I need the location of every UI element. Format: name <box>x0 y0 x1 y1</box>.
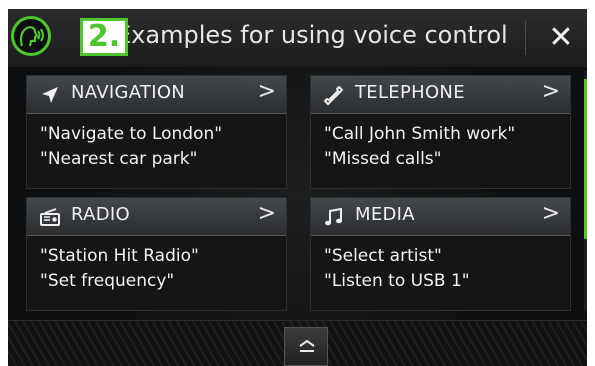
example-phrase: "Listen to USB 1" <box>324 271 470 291</box>
tile-title: NAVIGATION <box>71 82 186 103</box>
scrollbar-thumb[interactable] <box>584 79 587 239</box>
tile-title: TELEPHONE <box>355 82 465 103</box>
example-phrase: "Set frequency" <box>40 271 175 291</box>
example-phrase: "Navigate to London" <box>40 124 223 144</box>
tile-title: RADIO <box>71 204 130 225</box>
phone-handset-icon <box>324 86 343 105</box>
tile-title: MEDIA <box>355 204 415 225</box>
tile-media[interactable]: MEDIA > "Select artist" "Listen to USB 1… <box>310 197 571 311</box>
tile-radio[interactable]: RADIO > "Station Hit Radio" "Set frequen… <box>26 197 287 311</box>
chevron-right-icon: > <box>257 79 276 104</box>
chevron-right-icon: > <box>257 201 276 226</box>
close-button[interactable]: ✕ <box>544 21 578 55</box>
tile-navigation[interactable]: NAVIGATION > "Navigate to London" "Neare… <box>26 75 287 189</box>
page-title: Examples for using voice control <box>116 21 508 49</box>
voice-control-icon <box>11 16 51 56</box>
tile-header[interactable]: NAVIGATION > <box>27 76 286 114</box>
header-bar: Examples for using voice control 2. ✕ <box>8 9 587 68</box>
radio-icon <box>40 208 60 226</box>
example-phrase: "Nearest car park" <box>40 149 198 169</box>
header-divider <box>525 21 526 55</box>
example-phrase: "Select artist" <box>324 246 442 266</box>
menu-handle-button[interactable] <box>284 327 328 366</box>
tile-header[interactable]: TELEPHONE > <box>311 76 570 114</box>
tile-telephone[interactable]: TELEPHONE > "Call John Smith work" "Miss… <box>310 75 571 189</box>
tile-header[interactable]: RADIO > <box>27 198 286 236</box>
chevron-right-icon: > <box>541 79 560 104</box>
example-phrase: "Station Hit Radio" <box>40 246 199 266</box>
example-phrase: "Call John Smith work" <box>324 124 516 144</box>
example-phrase: "Missed calls" <box>324 149 442 169</box>
navigation-arrow-icon <box>42 87 58 103</box>
voice-head-icon <box>19 26 44 47</box>
music-note-icon <box>325 207 342 226</box>
chevron-right-icon: > <box>541 201 560 226</box>
tile-header[interactable]: MEDIA > <box>311 198 570 236</box>
voice-control-screen: Examples for using voice control 2. ✕ NA… <box>8 9 587 366</box>
chevron-up-icon <box>299 339 315 352</box>
step-badge: 2. <box>80 18 128 56</box>
